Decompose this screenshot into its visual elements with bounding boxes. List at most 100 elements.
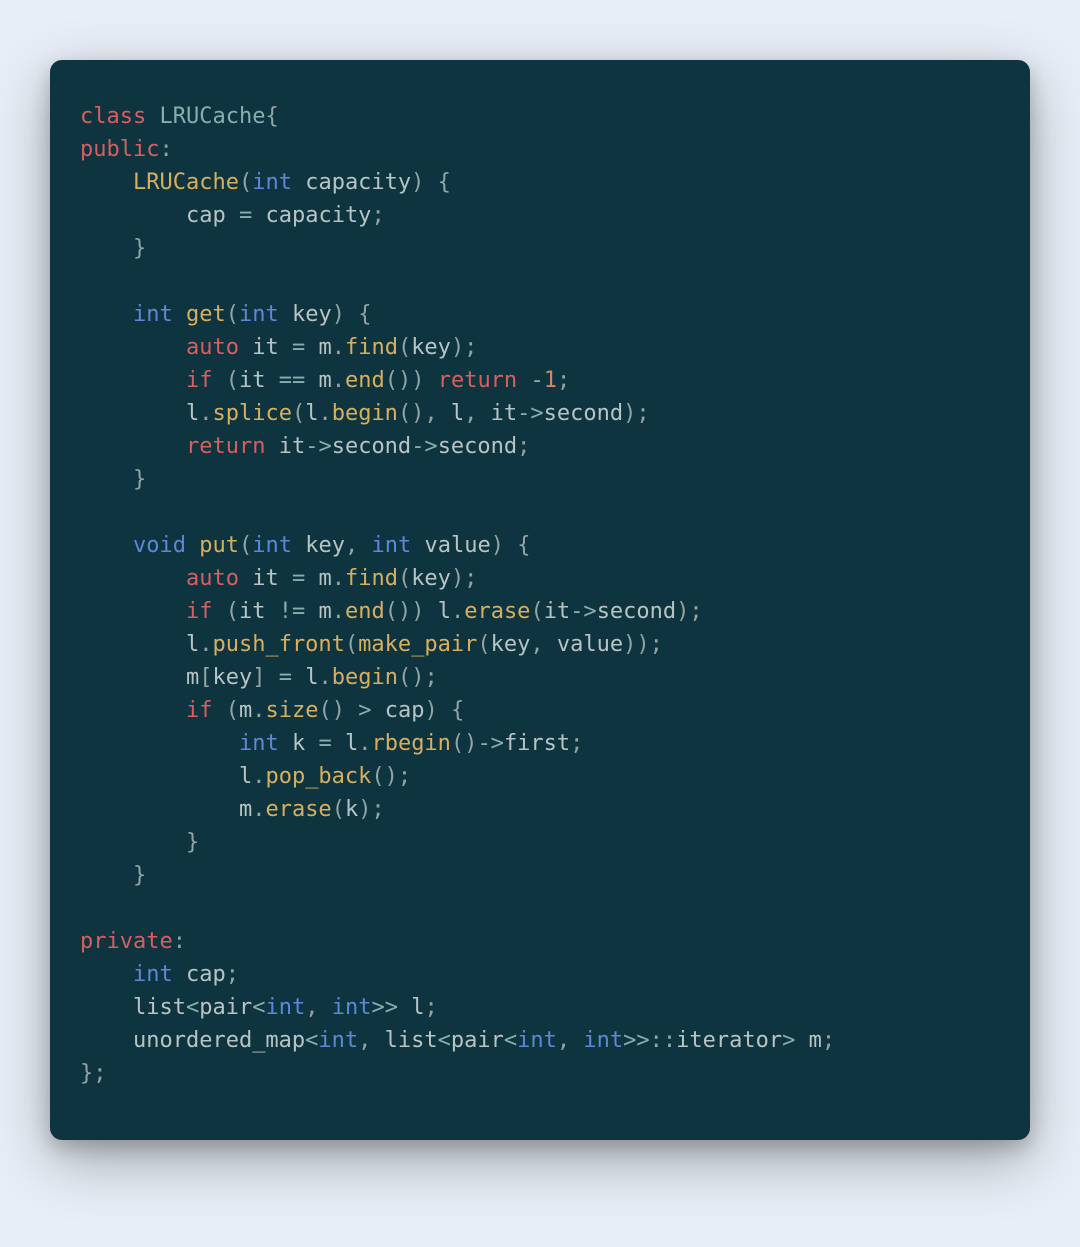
code-token bbox=[305, 368, 318, 393]
code-token: m bbox=[186, 665, 199, 690]
code-token: }; bbox=[80, 1061, 107, 1086]
code-window: class LRUCache{ public: LRUCache(int cap… bbox=[50, 60, 1030, 1140]
code-token: } bbox=[80, 467, 146, 492]
code-token: it bbox=[279, 434, 306, 459]
code-token bbox=[279, 731, 292, 756]
code-token: l bbox=[451, 401, 464, 426]
code-token: ); bbox=[451, 335, 478, 360]
code-token: ); bbox=[676, 599, 703, 624]
code-line: cap = capacity; bbox=[80, 203, 385, 228]
code-line: } bbox=[80, 863, 146, 888]
code-token: = bbox=[239, 203, 252, 228]
code-token bbox=[80, 1028, 133, 1053]
code-block[interactable]: class LRUCache{ public: LRUCache(int cap… bbox=[80, 100, 1000, 1090]
code-token: l bbox=[345, 731, 358, 756]
code-token: -> bbox=[570, 599, 597, 624]
code-token: int bbox=[133, 302, 173, 327]
code-token: ( bbox=[292, 401, 305, 426]
code-token bbox=[80, 632, 186, 657]
code-line: } bbox=[80, 236, 146, 261]
code-token bbox=[279, 302, 292, 327]
code-token: capacity bbox=[265, 203, 371, 228]
code-token: int bbox=[252, 533, 292, 558]
code-token: cap bbox=[186, 962, 226, 987]
code-line: m.erase(k); bbox=[80, 797, 385, 822]
code-token: int bbox=[239, 302, 279, 327]
code-token: ); bbox=[623, 401, 650, 426]
code-token bbox=[80, 368, 186, 393]
code-token: ) { bbox=[491, 533, 531, 558]
code-token: second bbox=[597, 599, 676, 624]
code-token: < bbox=[438, 1028, 451, 1053]
code-token: value bbox=[424, 533, 490, 558]
code-token: , bbox=[464, 401, 491, 426]
code-line bbox=[80, 500, 93, 525]
code-token: , bbox=[557, 1028, 584, 1053]
code-token: > bbox=[358, 698, 371, 723]
code-line: return it->second->second; bbox=[80, 434, 530, 459]
code-token: = bbox=[292, 335, 305, 360]
code-token: } bbox=[80, 863, 146, 888]
code-token bbox=[80, 434, 186, 459]
code-token: : bbox=[159, 137, 172, 162]
code-token bbox=[332, 731, 345, 756]
code-token bbox=[226, 203, 239, 228]
code-token: end bbox=[345, 368, 385, 393]
code-line: unordered_map<int, list<pair<int, int>>:… bbox=[80, 1028, 835, 1053]
code-token bbox=[279, 566, 292, 591]
code-token bbox=[80, 995, 133, 1020]
code-token: l bbox=[186, 401, 199, 426]
code-token: int bbox=[583, 1028, 623, 1053]
code-line: l.pop_back(); bbox=[80, 764, 411, 789]
code-token bbox=[265, 368, 278, 393]
code-token: get bbox=[186, 302, 226, 327]
code-token: . bbox=[318, 401, 331, 426]
code-token: . bbox=[332, 335, 345, 360]
code-token: class bbox=[80, 104, 146, 129]
code-token: ( bbox=[398, 566, 411, 591]
code-token: == bbox=[279, 368, 306, 393]
code-token: } bbox=[80, 830, 199, 855]
code-token: find bbox=[345, 335, 398, 360]
code-token bbox=[517, 368, 530, 393]
code-token: ; bbox=[226, 962, 239, 987]
code-line bbox=[80, 896, 93, 921]
code-token: list bbox=[133, 995, 186, 1020]
code-token: m bbox=[318, 368, 331, 393]
code-token: ( bbox=[332, 797, 345, 822]
code-token: push_front bbox=[212, 632, 344, 657]
code-line: } bbox=[80, 467, 146, 492]
code-token: ; bbox=[517, 434, 530, 459]
code-token bbox=[80, 665, 186, 690]
code-token bbox=[146, 104, 159, 129]
code-token: ; bbox=[424, 995, 437, 1020]
code-token bbox=[305, 566, 318, 591]
code-token: m bbox=[239, 797, 252, 822]
code-token: } bbox=[80, 236, 146, 261]
code-token: if bbox=[186, 698, 213, 723]
code-line: int cap; bbox=[80, 962, 239, 987]
code-token: it bbox=[491, 401, 518, 426]
code-token bbox=[252, 203, 265, 228]
code-token: >> bbox=[371, 995, 398, 1020]
code-token: int bbox=[517, 1028, 557, 1053]
code-token: key bbox=[411, 566, 451, 591]
code-token: second bbox=[438, 434, 517, 459]
code-token: LRUCache bbox=[159, 104, 265, 129]
code-line: l.splice(l.begin(), l, it->second); bbox=[80, 401, 650, 426]
code-token: ( bbox=[239, 533, 252, 558]
code-token: begin bbox=[332, 665, 398, 690]
code-token: second bbox=[544, 401, 623, 426]
code-token: it bbox=[239, 368, 266, 393]
code-token: l bbox=[239, 764, 252, 789]
code-token: = bbox=[318, 731, 331, 756]
code-token: , bbox=[345, 533, 372, 558]
code-token bbox=[80, 599, 186, 624]
code-token: auto bbox=[186, 566, 239, 591]
code-line: public: bbox=[80, 137, 173, 162]
code-token: int bbox=[318, 1028, 358, 1053]
code-line: }; bbox=[80, 1061, 107, 1086]
code-token: ); bbox=[358, 797, 385, 822]
code-token: list bbox=[385, 1028, 438, 1053]
code-line: auto it = m.find(key); bbox=[80, 566, 477, 591]
